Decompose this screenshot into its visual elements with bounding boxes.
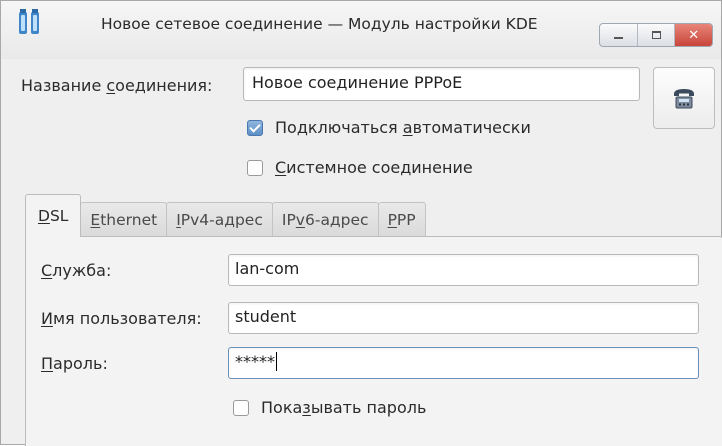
service-label-rest: лужба: [52,261,112,280]
window-controls: ✕ [599,23,713,47]
username-label: Имя пользователя: [41,309,202,328]
system-connection-label-suffix: истемное соединение [286,158,473,177]
connection-name-value: Новое соединение PPPoE [252,73,463,92]
username-value: student [235,307,297,326]
tab-ipv4-rest: Pv4-адрес [180,211,263,229]
tab-ipv6-accel: v [295,211,305,229]
maximize-icon [651,31,661,39]
show-password-label: Показывать пароль [261,398,426,417]
auto-connect-checkbox[interactable] [247,119,263,136]
tab-dsl[interactable]: D SL [25,194,82,237]
show-password-label-suffix: ывать пароль [310,398,427,417]
connection-icon-button[interactable] [653,67,715,129]
connection-name-label: Название соединения: [21,76,212,95]
password-label: Пароль: [41,354,108,373]
tab-ethernet[interactable]: Ethernet [80,202,168,237]
kde-network-app-icon [19,9,39,34]
tab-bar: D SL Ethernet I Pv4-адрес IP v 6-адрес P PP [25,194,426,237]
auto-connect-label-prefix: Подключаться [275,118,403,137]
auto-connect-label-accel: а [402,118,413,137]
password-label-accel: П [41,354,54,373]
tab-ethernet-accel: E [90,211,101,229]
minimize-button[interactable] [600,24,638,46]
system-connection-label: Системное соединение [275,158,473,177]
show-password-label-prefix: Пока [261,398,303,417]
password-value: ***** [235,352,275,371]
tab-dsl-accel: D [38,207,50,225]
tab-ipv6[interactable]: IP v 6-адрес [271,202,379,237]
username-label-accel: И [41,309,53,328]
system-connection-option[interactable]: Системное соединение [247,158,473,177]
telephone-icon [674,89,694,109]
service-label: Служба: [41,261,111,280]
tab-ppp-rest: PP [396,211,416,229]
show-password-option[interactable]: Показывать пароль [233,398,426,417]
password-label-rest: ароль: [53,354,108,373]
tab-ppp[interactable]: P PP [377,202,426,237]
tab-ipv6-prefix: IP [281,211,296,229]
minimize-icon [613,37,623,39]
auto-connect-label-suffix: втоматически [412,118,531,137]
title-bar[interactable]: Новое сетевое соединение — Модуль настро… [1,1,721,59]
tab-ipv4[interactable]: I Pv4-адрес [166,202,273,237]
show-password-label-accel: з [302,398,311,417]
text-cursor [276,352,277,371]
system-connection-label-accel: С [275,158,287,177]
username-input[interactable]: student [228,302,699,334]
show-password-checkbox[interactable] [233,399,249,416]
service-value: lan-com [235,259,300,278]
service-label-accel: С [41,261,53,280]
connection-name-label-prefix: Название [21,76,107,95]
connection-name-label-suffix: оединения: [115,76,213,95]
username-label-rest: мя пользователя: [52,309,202,328]
auto-connect-label: Подключаться автоматически [275,118,531,137]
password-input[interactable]: ***** [228,347,699,379]
tab-ethernet-rest: thernet [100,211,158,229]
service-input[interactable]: lan-com [228,254,699,286]
connection-name-input[interactable]: Новое соединение PPPoE [243,67,640,101]
connection-name-label-accel: с [106,76,116,95]
auto-connect-option[interactable]: Подключаться автоматически [247,118,531,137]
system-connection-checkbox[interactable] [247,159,263,176]
close-button[interactable]: ✕ [675,24,712,46]
maximize-button[interactable] [638,24,676,46]
close-icon: ✕ [688,27,700,43]
kde-dialog-window: Новое сетевое соединение — Модуль настро… [0,0,722,446]
tab-dsl-rest: SL [49,207,69,225]
window-title: Новое сетевое соединение — Модуль настро… [101,15,538,33]
tab-ppp-accel: P [387,211,397,229]
tab-ipv6-rest: 6-адрес [304,211,369,229]
